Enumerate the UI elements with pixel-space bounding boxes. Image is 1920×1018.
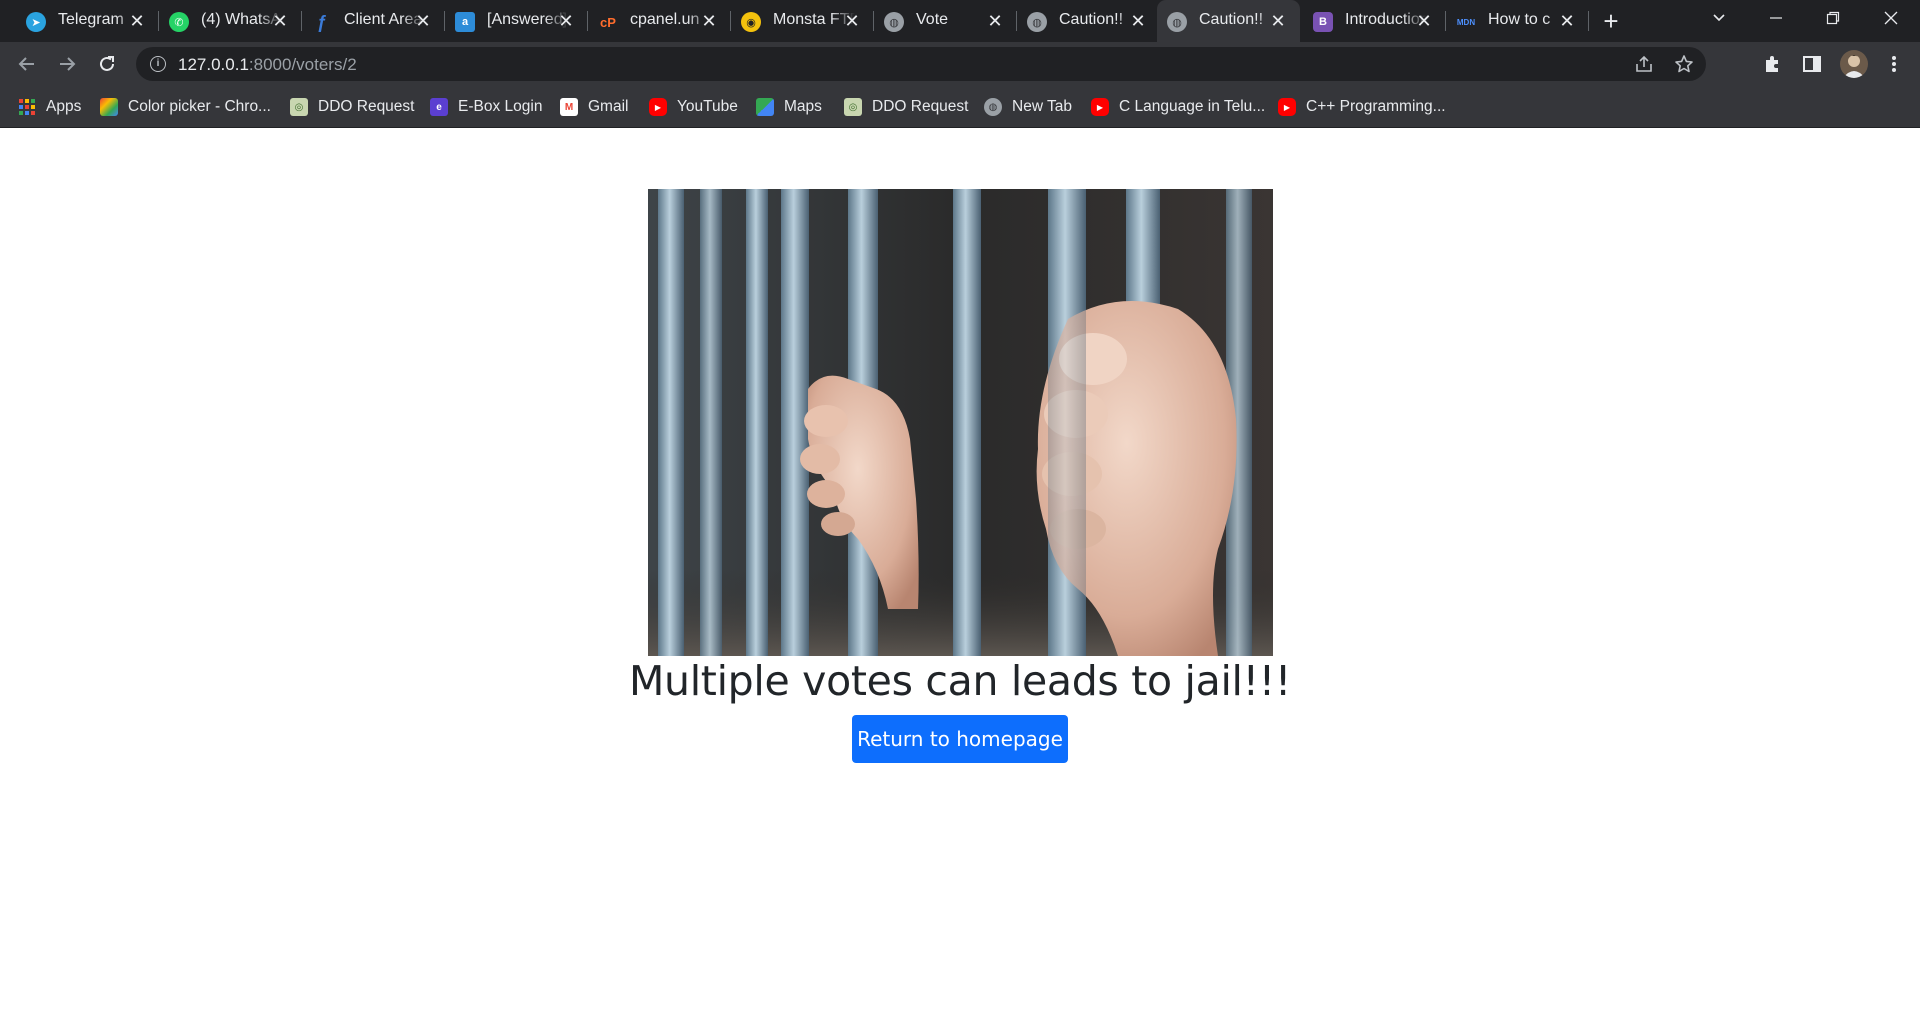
bookmark-gmail[interactable]: M Gmail — [560, 96, 628, 118]
bookmark-label: E-Box Login — [458, 98, 543, 115]
bookmark-label: Maps — [784, 98, 822, 115]
close-icon[interactable]: ✕ — [1128, 11, 1148, 31]
tab-separator — [1588, 11, 1589, 31]
bookmark-apps[interactable]: Apps — [18, 96, 81, 118]
forward-icon[interactable] — [52, 49, 82, 79]
share-icon[interactable] — [1634, 54, 1654, 74]
apps-grid-icon — [18, 98, 36, 116]
ddo-icon: ◎ — [290, 98, 308, 116]
tab-cpanel[interactable]: cP cpanel.un ✕ — [588, 0, 731, 42]
bookmark-label: New Tab — [1012, 98, 1073, 115]
bookmarks-bar: Apps Color picker - Chro... ◎ DDO Reques… — [0, 86, 1920, 128]
tab-whatsapp[interactable]: ✆ (4) WhatsApp ✕ — [159, 0, 302, 42]
globe-icon: ◍ — [1167, 12, 1187, 32]
client-area-icon: ƒ — [316, 11, 327, 32]
ddo-icon: ◎ — [844, 98, 862, 116]
bookmark-star-icon[interactable] — [1674, 54, 1694, 74]
close-icon[interactable]: ✕ — [270, 11, 290, 31]
bookmark-label: C Language in Telu... — [1119, 98, 1266, 115]
minimize-icon[interactable] — [1761, 6, 1791, 36]
url-text[interactable]: 127.0.0.1:8000/voters/2 — [178, 55, 357, 75]
close-icon[interactable]: ✕ — [1268, 11, 1288, 31]
tab-caution-1[interactable]: ◍ Caution!! ✕ — [1017, 0, 1160, 42]
bookmark-ddo-request-2[interactable]: ◎ DDO Request — [844, 96, 968, 118]
new-tab-button[interactable]: + — [1598, 8, 1624, 35]
bookmark-maps[interactable]: Maps — [756, 96, 822, 118]
url-host: 127.0.0.1 — [178, 55, 249, 74]
bookmark-color-picker[interactable]: Color picker - Chro... — [100, 96, 271, 118]
bookmark-c-language[interactable]: ▶ C Language in Telu... — [1091, 96, 1265, 118]
tab-how-to[interactable]: MDN How to c ✕ — [1446, 0, 1589, 42]
bookmark-label: Gmail — [588, 98, 629, 115]
cpanel-icon: cP — [600, 14, 616, 30]
tab-introduction[interactable]: B Introduction ✕ — [1303, 0, 1446, 42]
youtube-icon: ▶ — [1278, 98, 1296, 116]
bookmark-label: YouTube — [677, 98, 738, 115]
whatsapp-icon: ✆ — [169, 12, 189, 32]
monsta-icon: ◉ — [741, 12, 761, 32]
globe-icon: ◍ — [1027, 12, 1047, 32]
kebab-menu-icon[interactable] — [1882, 52, 1906, 76]
browser-toolbar: i 127.0.0.1:8000/voters/2 — [0, 42, 1920, 86]
bookmark-ebox-login[interactable]: e E-Box Login — [430, 96, 542, 118]
tab-search-icon[interactable] — [1704, 6, 1734, 36]
side-panel-icon[interactable] — [1800, 52, 1824, 76]
ebox-icon: e — [430, 98, 448, 116]
bookmark-label: C++ Programming... — [1306, 98, 1446, 115]
close-icon[interactable]: ✕ — [127, 11, 147, 31]
color-picker-icon — [100, 98, 118, 116]
globe-icon: ◍ — [984, 98, 1002, 116]
answered-icon: a — [455, 12, 475, 32]
bookmark-new-tab[interactable]: ◍ New Tab — [984, 96, 1072, 118]
close-icon[interactable]: ✕ — [1557, 11, 1577, 31]
tab-client-area[interactable]: ƒ Client Area ✕ — [302, 0, 445, 42]
return-to-homepage-button[interactable]: Return to homepage — [852, 715, 1068, 763]
bootstrap-icon: B — [1313, 12, 1333, 32]
tab-monsta[interactable]: ◉ Monsta FTP ✕ — [731, 0, 874, 42]
restore-icon[interactable] — [1818, 6, 1848, 36]
page-heading: Multiple votes can leads to jail!!! — [628, 657, 1292, 705]
jail-bars-image — [648, 189, 1273, 656]
tab-answered[interactable]: a [Answered] ✕ — [445, 0, 588, 42]
avatar[interactable] — [1840, 50, 1868, 78]
maps-icon — [756, 98, 774, 116]
telegram-icon: ➤ — [26, 12, 46, 32]
page-content: Multiple votes can leads to jail!!! Retu… — [0, 129, 1920, 1018]
mdn-icon: MDN — [1456, 17, 1476, 27]
url-path: :8000/voters/2 — [248, 55, 357, 74]
tab-caution-active[interactable]: ◍ Caution!! ✕ — [1157, 0, 1300, 42]
window-close-icon[interactable] — [1876, 6, 1906, 36]
globe-icon: ◍ — [884, 12, 904, 32]
close-icon[interactable]: ✕ — [699, 11, 719, 31]
bookmark-youtube[interactable]: ▶ YouTube — [649, 96, 738, 118]
bookmark-label: Apps — [46, 98, 82, 115]
address-bar[interactable]: i 127.0.0.1:8000/voters/2 — [136, 47, 1706, 81]
gmail-icon: M — [560, 98, 578, 116]
youtube-icon: ▶ — [649, 98, 667, 116]
bookmark-label: Color picker - Chro... — [128, 98, 271, 115]
tab-strip: ➤ Telegram ✕ ✆ (4) WhatsApp ✕ ƒ Client A… — [0, 0, 1920, 42]
bookmark-ddo-request[interactable]: ◎ DDO Request — [290, 96, 414, 118]
close-icon[interactable]: ✕ — [842, 11, 862, 31]
bookmark-label: DDO Request — [872, 98, 969, 115]
close-icon[interactable]: ✕ — [1414, 11, 1434, 31]
reload-icon[interactable] — [92, 49, 122, 79]
youtube-icon: ▶ — [1091, 98, 1109, 116]
site-info-icon[interactable]: i — [150, 56, 166, 72]
extensions-icon[interactable] — [1760, 52, 1784, 76]
back-icon[interactable] — [12, 49, 42, 79]
tab-vote[interactable]: ◍ Vote ✕ — [874, 0, 1017, 42]
close-icon[interactable]: ✕ — [413, 11, 433, 31]
close-icon[interactable]: ✕ — [985, 11, 1005, 31]
bookmark-cpp-programming[interactable]: ▶ C++ Programming... — [1278, 96, 1446, 118]
close-icon[interactable]: ✕ — [556, 11, 576, 31]
bookmark-label: DDO Request — [318, 98, 415, 115]
tab-telegram[interactable]: ➤ Telegram ✕ — [16, 0, 159, 42]
